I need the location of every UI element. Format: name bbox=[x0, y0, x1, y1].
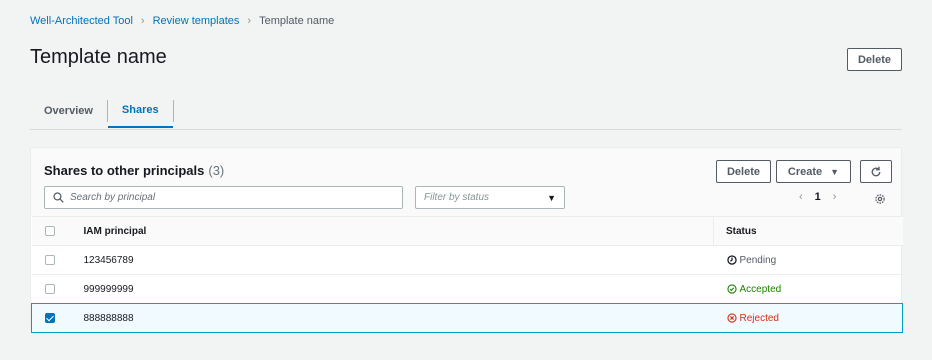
breadcrumb-link-templates[interactable]: Review templates bbox=[153, 15, 240, 27]
select-all-cell bbox=[31, 216, 84, 246]
tab-overview[interactable]: Overview bbox=[30, 94, 107, 128]
principal-cell: 888888888 bbox=[83, 303, 714, 333]
status-text: Pending bbox=[739, 254, 777, 266]
row-checkbox-cell bbox=[31, 274, 84, 304]
page-title: Template name bbox=[30, 46, 167, 68]
filter-placeholder: Filter by status bbox=[424, 192, 490, 203]
prev-page-icon[interactable]: ‹ bbox=[799, 191, 803, 203]
panel-title: Shares to other principals (3) bbox=[44, 163, 224, 178]
page-number[interactable]: 1 bbox=[815, 191, 821, 203]
row-checkbox-cell bbox=[31, 245, 84, 275]
row-checkbox-cell bbox=[31, 303, 84, 333]
principal-cell: 999999999 bbox=[83, 274, 714, 304]
table-header-row: IAM principal Status bbox=[31, 216, 903, 246]
row-checkbox[interactable] bbox=[44, 254, 55, 265]
shares-panel: Shares to other principals (3) Delete Cre… bbox=[30, 147, 903, 333]
column-header-status[interactable]: Status bbox=[713, 216, 903, 246]
status-cell: Pending bbox=[713, 245, 903, 275]
status-text: Accepted bbox=[739, 283, 782, 295]
search-icon bbox=[53, 192, 64, 203]
shares-table: IAM principal Status 123456789 Pending 9… bbox=[31, 216, 903, 333]
breadcrumb: Well-Architected Tool › Review templates… bbox=[30, 14, 334, 28]
create-label: Create bbox=[787, 165, 823, 178]
settings-gear-icon[interactable] bbox=[874, 192, 886, 210]
delete-template-button[interactable]: Delete bbox=[847, 48, 902, 71]
panel-title-text: Shares to other principals bbox=[44, 163, 205, 178]
select-all-checkbox[interactable] bbox=[44, 225, 55, 236]
table-row[interactable]: 123456789 Pending bbox=[31, 245, 903, 275]
refresh-button[interactable] bbox=[860, 160, 892, 183]
caret-down-icon: ▼ bbox=[547, 192, 556, 203]
next-page-icon[interactable]: › bbox=[833, 191, 837, 203]
x-circle-icon bbox=[726, 313, 737, 323]
breadcrumb-link-tool[interactable]: Well-Architected Tool bbox=[30, 15, 133, 27]
pagination: ‹ 1 › bbox=[799, 191, 836, 203]
row-checkbox[interactable] bbox=[45, 312, 55, 323]
search-input[interactable] bbox=[70, 192, 390, 203]
search-box bbox=[44, 186, 403, 209]
status-cell: Accepted bbox=[713, 274, 903, 304]
create-share-button[interactable]: Create ▼ bbox=[776, 160, 851, 183]
table-row[interactable]: 999999999 Accepted bbox=[31, 274, 903, 304]
status-filter-select[interactable]: Filter by status ▼ bbox=[415, 186, 565, 209]
refresh-icon bbox=[871, 166, 881, 176]
clock-icon bbox=[726, 255, 737, 265]
column-header-principal[interactable]: IAM principal bbox=[83, 216, 714, 246]
check-circle-icon bbox=[726, 284, 737, 294]
chevron-right-icon: › bbox=[140, 15, 145, 27]
principal-cell: 123456789 bbox=[83, 245, 714, 275]
caret-down-icon: ▼ bbox=[830, 166, 840, 177]
breadcrumb-current: Template name bbox=[259, 15, 335, 27]
status-text: Rejected bbox=[739, 312, 779, 324]
tab-divider bbox=[172, 100, 174, 122]
status-cell: Rejected bbox=[713, 303, 903, 333]
table-row[interactable]: 888888888 Rejected bbox=[31, 303, 903, 333]
chevron-right-icon: › bbox=[247, 15, 252, 27]
tab-bar: Overview Shares bbox=[30, 94, 902, 130]
panel-header: Shares to other principals (3) Delete Cre… bbox=[31, 148, 901, 216]
delete-share-button[interactable]: Delete bbox=[716, 160, 771, 183]
tab-shares[interactable]: Shares bbox=[107, 94, 173, 128]
panel-count: (3) bbox=[208, 163, 225, 178]
row-checkbox[interactable] bbox=[44, 283, 55, 294]
